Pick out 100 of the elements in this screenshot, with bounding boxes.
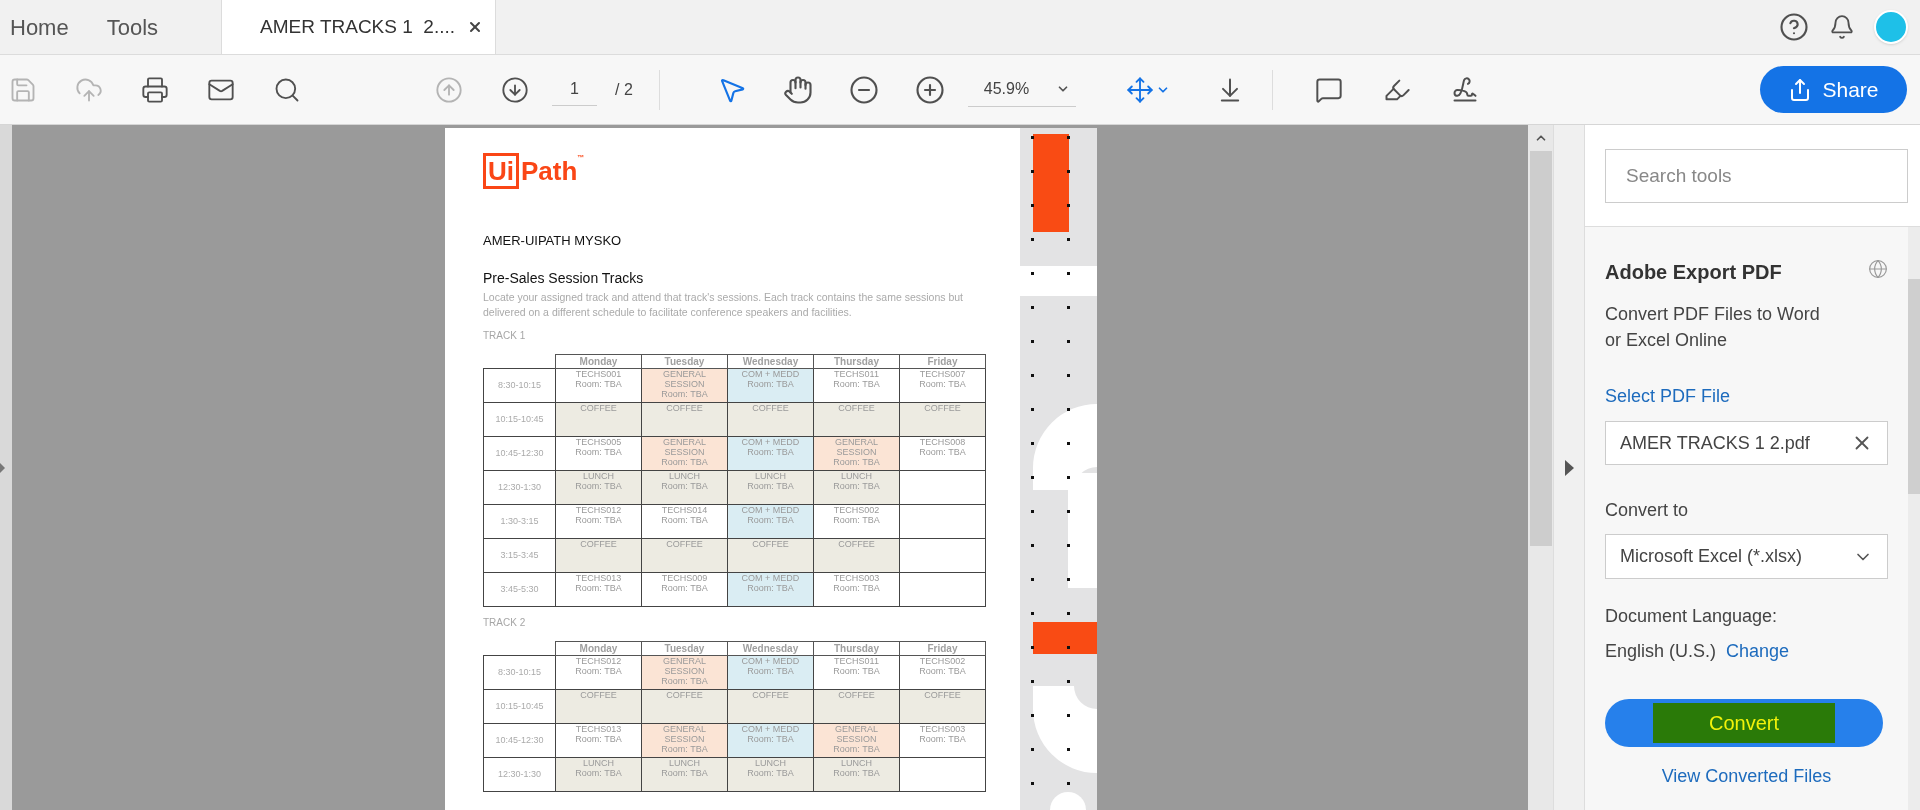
table-cell: COM + MEDD Room: TBA (727, 504, 814, 538)
search-field[interactable]: Search tools (1605, 149, 1908, 203)
table-cell: TECHS011 Room: TBA (813, 655, 900, 689)
table-cell: COFFEE (813, 689, 900, 723)
table-cell: TECHS013 Room: TBA (555, 723, 642, 757)
table-cell: COFFEE (813, 538, 900, 572)
time-cell: 8:30-10:15 (483, 655, 556, 689)
table-cell: LUNCH Room: TBA (813, 757, 900, 791)
time-cell: 1:30-3:15 (483, 504, 556, 538)
view-converted-link[interactable]: View Converted Files (1605, 763, 1888, 790)
table-cell: TECHS011 Room: TBA (813, 368, 900, 402)
file-field[interactable]: AMER TRACKS 1 2.pdf (1605, 421, 1888, 465)
table-cell: TECHS002 Room: TBA (899, 655, 986, 689)
table-cell: LUNCH Room: TBA (813, 470, 900, 504)
table-cell: TECHS003 Room: TBA (899, 723, 986, 757)
track-label: TRACK 2 (483, 616, 527, 629)
table-cell: GENERAL SESSION Room: TBA (641, 655, 728, 689)
table-cell: COFFEE (641, 689, 728, 723)
table-cell: GENERAL SESSION Room: TBA (641, 723, 728, 757)
zoom-out-icon[interactable] (847, 73, 880, 106)
table-cell: COFFEE (555, 538, 642, 572)
help-icon[interactable] (1778, 11, 1810, 43)
table-cell: COM + MEDD Room: TBA (727, 368, 814, 402)
select-file-link[interactable]: Select PDF File (1605, 383, 1888, 410)
arrow-down-circle-icon[interactable] (500, 74, 530, 105)
day-header: Wednesday (727, 641, 814, 655)
table-cell: COFFEE (727, 689, 814, 723)
language-value: English (U.S.) (1605, 640, 1717, 663)
table-cell: TECHS001 Room: TBA (555, 368, 642, 402)
day-header: Friday (899, 354, 986, 368)
table-cell: COFFEE (727, 402, 814, 436)
day-header: Tuesday (641, 641, 728, 655)
page-total: / 2 (615, 79, 633, 100)
time-cell: 3:45-5:30 (483, 572, 556, 606)
collapse-panel-icon[interactable] (1564, 459, 1574, 476)
share-button[interactable]: Share (1760, 66, 1907, 113)
table-cell: COFFEE (727, 538, 814, 572)
track-label: TRACK 1 (483, 329, 527, 342)
page-number-field[interactable]: 1 (552, 73, 597, 106)
table-cell: LUNCH Room: TBA (555, 757, 642, 791)
table-cell: LUNCH Room: TBA (641, 757, 728, 791)
table-cell: COFFEE (555, 402, 642, 436)
time-cell: 8:30-10:15 (483, 368, 556, 402)
time-cell: 3:15-3:45 (483, 538, 556, 572)
time-cell: 10:15-10:45 (483, 402, 556, 436)
section-title: Adobe Export PDF (1605, 260, 1782, 285)
table-cell: COFFEE (899, 402, 986, 436)
table-cell: COFFEE (813, 402, 900, 436)
day-header: Thursday (813, 641, 900, 655)
day-header: Tuesday (641, 354, 728, 368)
table-cell: TECHS012 Room: TBA (555, 655, 642, 689)
table-cell: TECHS014 Room: TBA (641, 504, 728, 538)
zoom-in-icon[interactable] (913, 73, 946, 106)
table-cell: TECHS012 Room: TBA (555, 504, 642, 538)
table-cell: GENERAL SESSION Room: TBA (813, 723, 900, 757)
table-cell: TECHS002 Room: TBA (813, 504, 900, 538)
convert-to-label: Convert to (1605, 499, 1690, 522)
table-cell: TECHS013 Room: TBA (555, 572, 642, 606)
time-cell: 12:30-1:30 (483, 470, 556, 504)
table-cell: LUNCH Room: TBA (727, 757, 814, 791)
day-header: Wednesday (727, 354, 814, 368)
change-link[interactable]: Change (1726, 638, 1790, 665)
day-header: Thursday (813, 354, 900, 368)
table-cell: TECHS009 Room: TBA (641, 572, 728, 606)
printer-icon[interactable] (140, 74, 170, 105)
tab[interactable]: Home (0, 0, 79, 54)
table-cell: COFFEE (641, 538, 728, 572)
document-title: AMER-UIPATH MYSKO (483, 232, 623, 250)
table-cell: COFFEE (899, 689, 986, 723)
time-cell: 12:30-1:30 (483, 757, 556, 791)
tab[interactable]: AMER TRACKS 1 2.... (221, 0, 497, 54)
table-cell: COM + MEDD Room: TBA (727, 723, 814, 757)
table-cell: COM + MEDD Room: TBA (727, 655, 814, 689)
table-cell: GENERAL SESSION Room: TBA (813, 436, 900, 470)
section-description: Convert PDF Files to Word or Excel Online (1605, 303, 1821, 352)
scrollbar-thumb[interactable] (1908, 279, 1920, 494)
language-label: Document Language: (1605, 605, 1779, 628)
document-heading: Pre-Sales Session Tracks (483, 268, 645, 288)
table-cell: LUNCH Room: TBA (641, 470, 728, 504)
day-header: Friday (899, 641, 986, 655)
scrollbar-thumb[interactable] (1529, 151, 1552, 546)
day-header: Monday (555, 354, 642, 368)
table-cell: TECHS007 Room: TBA (899, 368, 986, 402)
time-cell: 10:45-12:30 (483, 436, 556, 470)
zoom-dropdown[interactable]: 45.9% (967, 72, 1076, 107)
table-cell: TECHS005 Room: TBA (555, 436, 642, 470)
table-cell: GENERAL SESSION Room: TBA (641, 436, 728, 470)
table-cell: TECHS003 Room: TBA (813, 572, 900, 606)
time-cell: 10:45-12:30 (483, 723, 556, 757)
format-dropdown[interactable]: Microsoft Excel (*.xlsx) (1605, 534, 1888, 579)
table-cell: COM + MEDD Room: TBA (727, 572, 814, 606)
table-cell: COM + MEDD Room: TBA (727, 436, 814, 470)
tab[interactable]: Tools (96, 0, 169, 54)
table-cell: LUNCH Room: TBA (727, 470, 814, 504)
time-cell: 10:15-10:45 (483, 689, 556, 723)
table-cell: TECHS008 Room: TBA (899, 436, 986, 470)
table-cell: COFFEE (641, 402, 728, 436)
convert-button[interactable]: Convert (1605, 699, 1883, 747)
day-header: Monday (555, 641, 642, 655)
table-cell: GENERAL SESSION Room: TBA (641, 368, 728, 402)
